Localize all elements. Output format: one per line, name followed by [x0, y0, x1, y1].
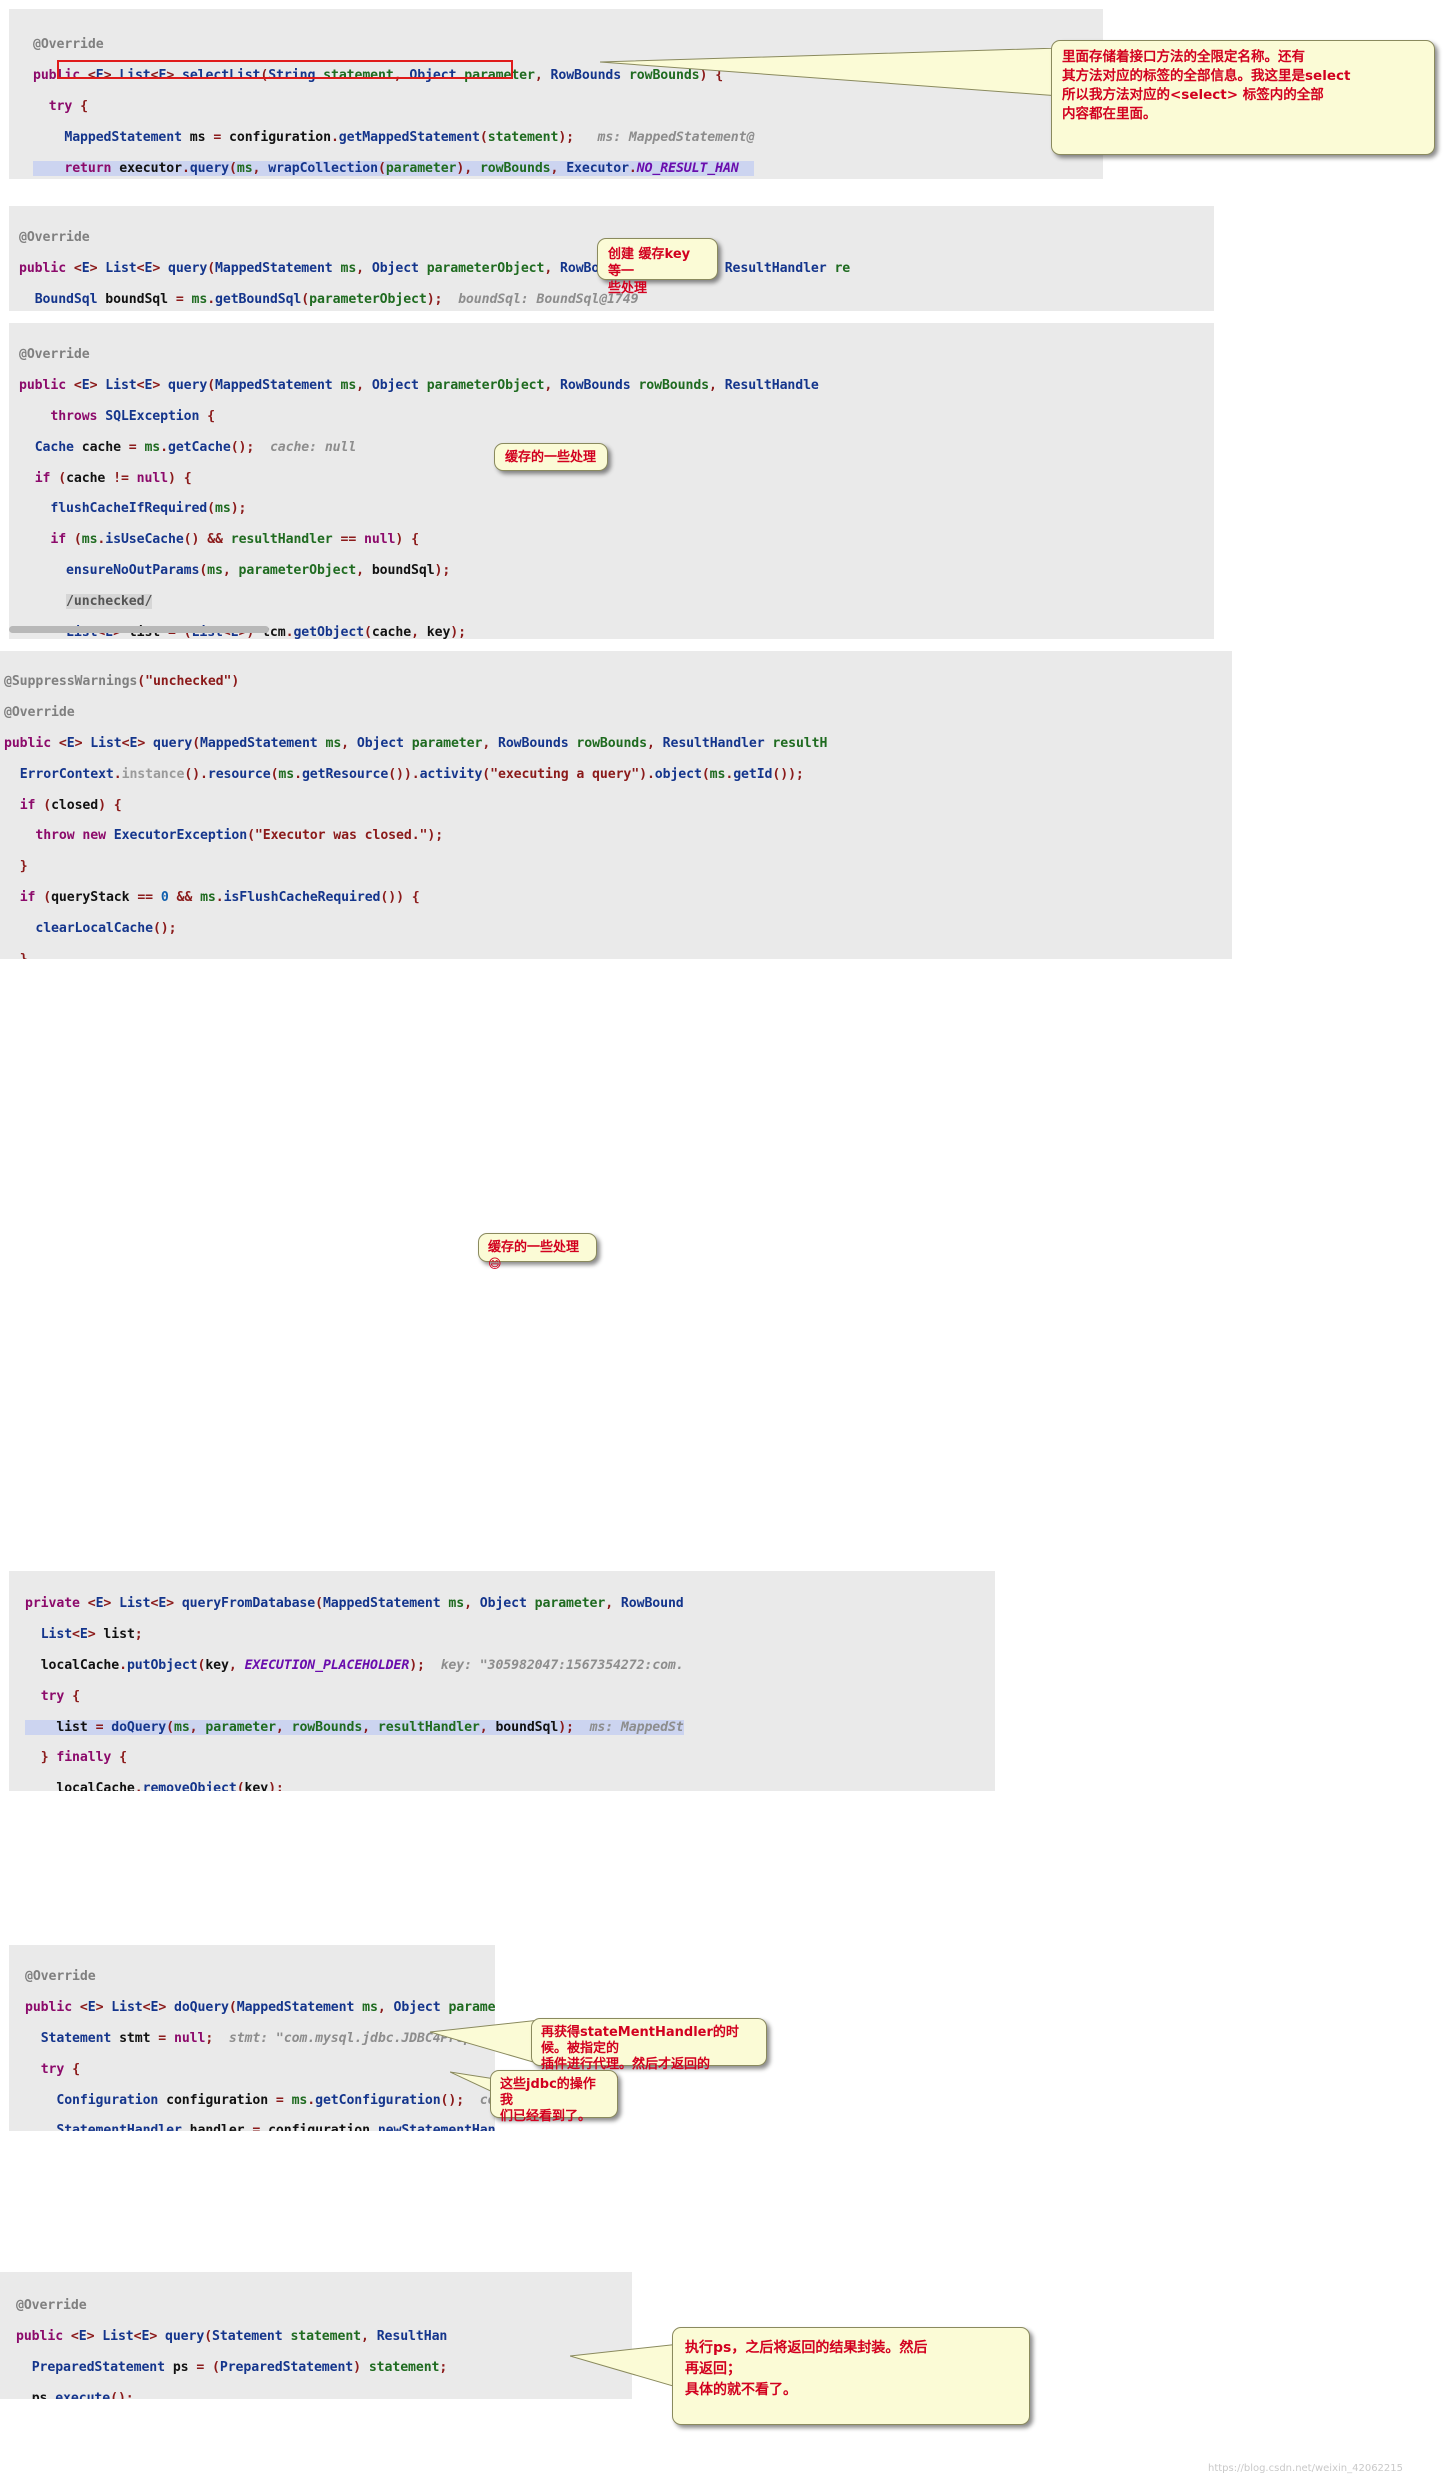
callout-execute-ps-note: 执行ps，之后将返回的结果封装。然后 再返回； 具体的就不看了。 [672, 2327, 1030, 2425]
code-block-prepared-statement-handler-query: @Override public <E> List<E> query(State… [0, 2272, 632, 2399]
callout-create-cache-key-note: 创建 缓存key 等一 些处理 [597, 238, 718, 296]
callout-tail-mapped-statement [600, 48, 1060, 97]
callout-cache-handling-note-2: 缓存的一些处理😄 [478, 1233, 597, 1272]
code-block-caching-executor-query-6: @Override public <E> List<E> query(Mappe… [9, 323, 1214, 639]
code-text: @SuppressWarnings("unchecked") @Override… [4, 659, 827, 959]
callout-statement-handler-note: 再获得stateMentHandler的时候。被指定的 插件进行代理。然后才返回… [531, 2018, 767, 2088]
callout-cache-handling-note-1: 缓存的一些处理 [494, 443, 608, 471]
callout-jdbc-ops-note: 这些jdbc的操作我 们已经看到了。 [490, 2070, 618, 2124]
callout-tail-execute-ps [570, 2343, 680, 2389]
callout-mapped-statement-note: 里面存储着接口方法的全限定名称。还有 其方法对应的标签的全部信息。我这里是sel… [1051, 40, 1435, 155]
code-text: @Override public <E> List<E> query(State… [16, 2283, 447, 2399]
code-block-query-from-database: private <E> List<E> queryFromDatabase(Ma… [9, 1571, 995, 1791]
code-text: @Override public <E> List<E> query(Mappe… [19, 215, 850, 311]
code-text: private <E> List<E> queryFromDatabase(Ma… [25, 1596, 684, 1791]
code-block-base-executor-query: @SuppressWarnings("unchecked") @Override… [0, 651, 1232, 959]
horizontal-scrollbar[interactable] [9, 626, 269, 633]
code-text: @Override public <E> List<E> doQuery(Map… [25, 1954, 495, 2131]
watermark: https://blog.csdn.net/weixin_42062215 [1208, 2463, 1404, 2474]
code-text: @Override public <E> List<E> query(Mappe… [19, 332, 827, 639]
code-block-simple-executor-do-query: @Override public <E> List<E> doQuery(Map… [9, 1945, 495, 2131]
